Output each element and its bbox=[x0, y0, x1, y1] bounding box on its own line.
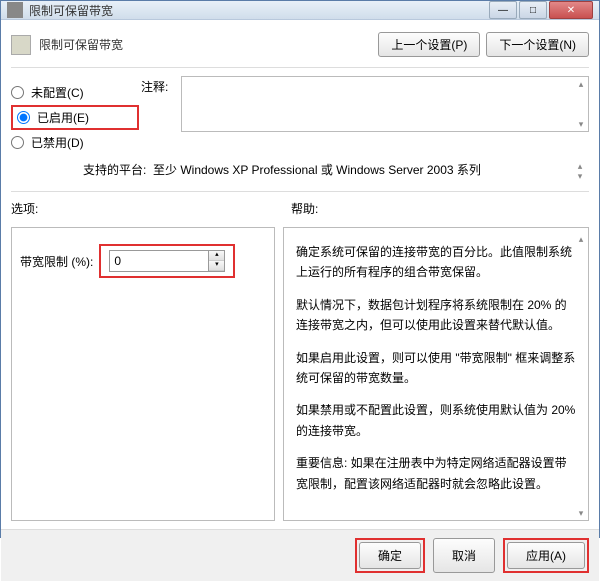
spinner-up-button[interactable]: ▴ bbox=[209, 251, 224, 261]
platform-value: 至少 Windows XP Professional 或 Windows Ser… bbox=[153, 161, 575, 181]
panel-labels: 选项: 帮助: bbox=[11, 200, 589, 217]
comment-column: 注释: ▴ ▾ bbox=[141, 76, 589, 155]
bandwidth-label: 带宽限制 (%): bbox=[20, 253, 93, 270]
bandwidth-spinner-highlight: ▴ ▾ bbox=[99, 244, 235, 278]
help-paragraph: 默认情况下，数据包计划程序将系统限制在 20% 的连接带宽之内，但可以使用此设置… bbox=[296, 295, 576, 336]
app-icon bbox=[7, 2, 23, 18]
help-paragraph: 重要信息: 如果在注册表中为特定网络适配器设置带宽限制，配置该网络适配器时就会忽… bbox=[296, 453, 576, 494]
radio-enabled-label: 已启用(E) bbox=[37, 109, 89, 126]
ok-button[interactable]: 确定 bbox=[359, 542, 421, 569]
scroll-down-icon[interactable]: ▾ bbox=[575, 171, 585, 181]
next-setting-button[interactable]: 下一个设置(N) bbox=[486, 32, 589, 57]
scroll-down-icon[interactable]: ▾ bbox=[576, 506, 586, 516]
bandwidth-row: 带宽限制 (%): ▴ ▾ bbox=[20, 244, 266, 278]
help-paragraph: 如果启用此设置，则可以使用 "带宽限制" 框来调整系统可保留的带宽数量。 bbox=[296, 348, 576, 389]
platform-row: 支持的平台: 至少 Windows XP Professional 或 Wind… bbox=[11, 161, 589, 181]
radio-disabled[interactable]: 已禁用(D) bbox=[11, 134, 141, 151]
radio-not-configured-input[interactable] bbox=[11, 86, 24, 99]
policy-title: 限制可保留带宽 bbox=[39, 36, 378, 53]
options-label: 选项: bbox=[11, 200, 291, 217]
radio-disabled-label: 已禁用(D) bbox=[31, 134, 84, 151]
window-controls: — □ ✕ bbox=[489, 1, 593, 19]
radio-column: 未配置(C) 已启用(E) 已禁用(D) bbox=[11, 76, 141, 155]
radio-not-configured-label: 未配置(C) bbox=[31, 84, 84, 101]
content-area: 限制可保留带宽 上一个设置(P) 下一个设置(N) 未配置(C) 已启用(E) … bbox=[1, 20, 599, 529]
radio-enabled-input[interactable] bbox=[17, 111, 30, 124]
help-label: 帮助: bbox=[291, 200, 589, 217]
panels: 带宽限制 (%): ▴ ▾ 确定系统可保留的连接带宽的百分比。此值限制系统上运行… bbox=[11, 227, 589, 521]
footer: 确定 取消 应用(A) bbox=[1, 529, 599, 581]
prev-setting-button[interactable]: 上一个设置(P) bbox=[378, 32, 480, 57]
bandwidth-input[interactable] bbox=[109, 250, 209, 272]
help-panel: 确定系统可保留的连接带宽的百分比。此值限制系统上运行的所有程序的组合带宽保留。 … bbox=[283, 227, 589, 521]
window-title: 限制可保留带宽 bbox=[29, 2, 489, 19]
apply-button[interactable]: 应用(A) bbox=[507, 542, 585, 569]
config-section: 未配置(C) 已启用(E) 已禁用(D) 注释: ▴ ▾ bbox=[11, 76, 589, 155]
apply-highlight: 应用(A) bbox=[503, 538, 589, 573]
maximize-button[interactable]: □ bbox=[519, 1, 547, 19]
scroll-up-icon[interactable]: ▴ bbox=[575, 161, 585, 171]
scroll-down-icon[interactable]: ▾ bbox=[576, 119, 586, 129]
ok-highlight: 确定 bbox=[355, 538, 425, 573]
dialog-window: 限制可保留带宽 — □ ✕ 限制可保留带宽 上一个设置(P) 下一个设置(N) … bbox=[0, 0, 600, 538]
close-button[interactable]: ✕ bbox=[549, 1, 593, 19]
spinner-buttons: ▴ ▾ bbox=[209, 250, 225, 272]
comment-label: 注释: bbox=[141, 76, 181, 155]
titlebar: 限制可保留带宽 — □ ✕ bbox=[1, 1, 599, 20]
help-paragraph: 如果禁用或不配置此设置，则系统使用默认值为 20% 的连接带宽。 bbox=[296, 400, 576, 441]
radio-not-configured[interactable]: 未配置(C) bbox=[11, 84, 141, 101]
platform-label: 支持的平台: bbox=[83, 161, 153, 181]
radio-enabled[interactable]: 已启用(E) bbox=[11, 105, 139, 130]
radio-disabled-input[interactable] bbox=[11, 136, 24, 149]
header-row: 限制可保留带宽 上一个设置(P) 下一个设置(N) bbox=[11, 28, 589, 68]
comment-textarea[interactable]: ▴ ▾ bbox=[181, 76, 589, 132]
scroll-up-icon[interactable]: ▴ bbox=[576, 79, 586, 89]
divider bbox=[11, 191, 589, 192]
spinner-down-button[interactable]: ▾ bbox=[209, 261, 224, 271]
policy-icon bbox=[11, 35, 31, 55]
nav-buttons: 上一个设置(P) 下一个设置(N) bbox=[378, 32, 589, 57]
cancel-button[interactable]: 取消 bbox=[433, 538, 495, 573]
help-paragraph: 确定系统可保留的连接带宽的百分比。此值限制系统上运行的所有程序的组合带宽保留。 bbox=[296, 242, 576, 283]
scroll-up-icon[interactable]: ▴ bbox=[576, 232, 586, 242]
minimize-button[interactable]: — bbox=[489, 1, 517, 19]
options-panel: 带宽限制 (%): ▴ ▾ bbox=[11, 227, 275, 521]
